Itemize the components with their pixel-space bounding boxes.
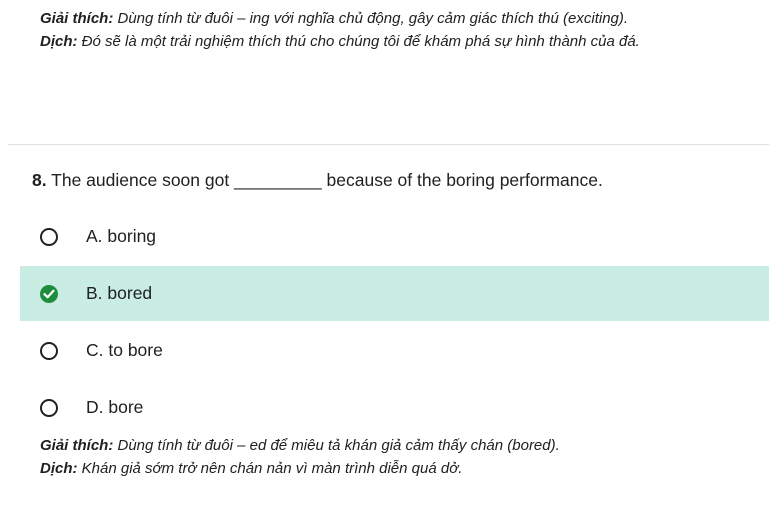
option-label: A. boring (86, 226, 157, 246)
explanation-label: Giải thích: (40, 10, 114, 27)
explanation-line: Giải thích: Dùng tính từ đuôi – ing với … (40, 7, 640, 30)
option-label: C. to bore (86, 340, 163, 360)
radio-unchecked-icon[interactable] (40, 227, 58, 246)
check-circle-icon[interactable] (40, 284, 58, 303)
translation-text: Đó sẽ là một trải nghiệm thích thú cho c… (77, 33, 640, 50)
option-b[interactable]: B. bored (20, 266, 769, 321)
translation-label: Dịch: (40, 460, 78, 477)
option-d[interactable]: D. bore (20, 380, 769, 435)
option-a[interactable]: A. boring (20, 209, 769, 264)
divider (8, 144, 769, 145)
question-number: 8. (32, 170, 47, 190)
option-label: B. bored (86, 283, 153, 303)
radio-unchecked-icon[interactable] (40, 341, 58, 360)
explanation-line: Giải thích: Dùng tính từ đuôi – ed để mi… (40, 434, 560, 457)
translation-line: Dịch: Khán giả sớm trở nên chán nản vì m… (40, 457, 560, 480)
option-label: D. bore (86, 397, 144, 417)
answer-explanation: Giải thích: Dùng tính từ đuôi – ed để mi… (40, 434, 560, 480)
translation-label: Dịch: (40, 33, 78, 50)
previous-explanation: Giải thích: Dùng tính từ đuôi – ing với … (40, 7, 640, 53)
option-c[interactable]: C. to bore (20, 323, 769, 378)
explanation-label: Giải thích: (40, 437, 114, 454)
radio-unchecked-icon[interactable] (40, 398, 58, 417)
translation-text: Khán giả sớm trở nên chán nản vì màn trì… (77, 460, 463, 477)
question-text: The audience soon got _________ because … (46, 170, 603, 190)
question-8: 8. The audience soon got _________ becau… (32, 170, 603, 191)
translation-line: Dịch: Đó sẽ là một trải nghiệm thích thú… (40, 30, 640, 53)
explanation-text: Dùng tính từ đuôi – ing với nghĩa chủ độ… (113, 10, 629, 27)
explanation-text: Dùng tính từ đuôi – ed để miêu tả khán g… (113, 437, 560, 454)
